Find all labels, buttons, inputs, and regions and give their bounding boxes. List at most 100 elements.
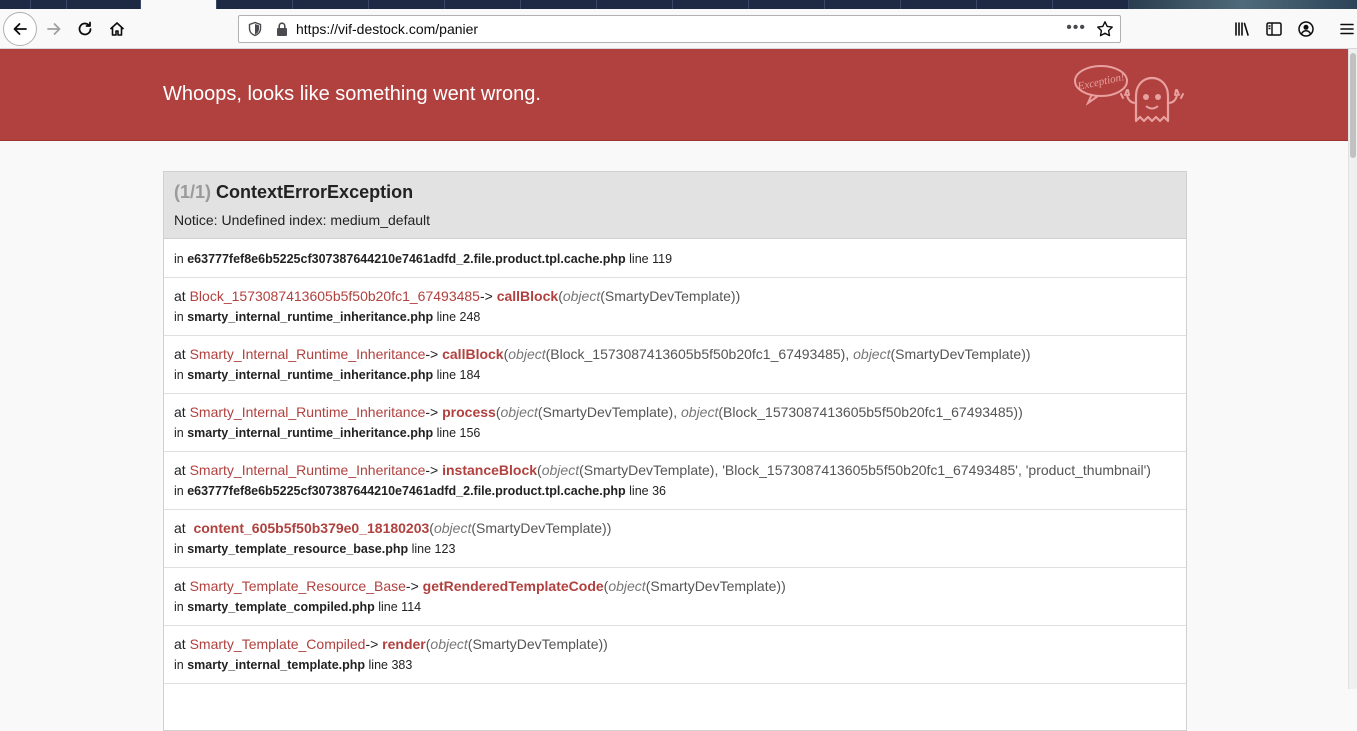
trace-arrow: -> [365, 636, 379, 652]
trace-prefix: at [174, 288, 186, 304]
trace-arrow: -> [425, 346, 439, 362]
mascot-bubble-text: Exception! [1076, 71, 1126, 93]
trace-row: at Smarty_Internal_Runtime_Inheritance->… [164, 336, 1186, 394]
shield-icon[interactable] [247, 21, 263, 37]
tab-strip-background [1128, 0, 1357, 9]
trace-class: Block_1573087413605b5f50b20fc1_67493485 [189, 288, 480, 304]
trace-row: at Smarty_Template_Resource_Base-> getRe… [164, 568, 1186, 626]
forward-arrow-icon [47, 23, 61, 35]
exception-panel-header: (1/1) ContextErrorException Notice: Unde… [164, 172, 1186, 239]
home-icon [109, 22, 125, 36]
back-arrow-icon [13, 23, 27, 35]
trace-line: line 123 [411, 542, 456, 556]
trace-file: smarty_internal_runtime_inheritance.php [187, 310, 434, 324]
trace-prefix: at [174, 404, 186, 420]
trace-line: line 114 [378, 600, 422, 614]
trace-file: smarty_template_compiled.php [187, 600, 375, 614]
trace-arrow: -> [425, 404, 439, 420]
trace-row: at Smarty_Template_Compiled-> render(obj… [164, 626, 1186, 684]
back-button[interactable] [3, 12, 37, 46]
trace-method: render [382, 636, 426, 652]
trace-prefix: at [174, 346, 186, 362]
url-text[interactable]: https://vif-destock.com/panier [296, 21, 478, 37]
page-scrollbar[interactable] [1348, 49, 1357, 689]
page-actions-menu-button[interactable]: ••• [1066, 19, 1086, 37]
trace-file: e63777fef8e6b5225cf307387644210e7461adfd… [187, 484, 626, 498]
library-icon[interactable] [1233, 20, 1251, 38]
exception-header: Whoops, looks like something went wrong.… [0, 49, 1348, 141]
trace-close-paren: ) [1018, 404, 1023, 420]
trace-method: content_605b5f50b379e0_18180203 [193, 520, 430, 536]
tab[interactable] [748, 0, 824, 9]
trace-class: Smarty_Internal_Runtime_Inheritance [189, 462, 426, 478]
trace-args: object(SmartyDevTemplate) [562, 288, 736, 304]
trace-args: object(SmartyDevTemplate) [430, 636, 604, 652]
tab-strip [0, 0, 1357, 9]
trace-line: line 184 [436, 368, 481, 382]
exception-ghost-logo: Exception! [1074, 65, 1184, 123]
trace-prefix: at [174, 636, 186, 652]
trace-close-paren: ) [603, 636, 608, 652]
trace-close-paren: ) [781, 578, 786, 594]
exception-panel: (1/1) ContextErrorException Notice: Unde… [163, 171, 1187, 731]
hamburger-menu-icon[interactable] [1338, 20, 1356, 38]
trace-line: line 248 [436, 310, 481, 324]
tab[interactable] [30, 0, 66, 9]
tab[interactable] [292, 0, 368, 9]
trace-file: smarty_internal_runtime_inheritance.php [187, 368, 434, 382]
navigation-toolbar: https://vif-destock.com/panier ••• [0, 9, 1357, 49]
trace-method: callBlock [496, 288, 559, 304]
trace-args: object(SmartyDevTemplate), 'Block_157308… [541, 462, 1147, 478]
trace-row: at Smarty_Internal_Runtime_Inheritance->… [164, 394, 1186, 452]
trace-file: smarty_internal_template.php [187, 658, 366, 672]
trace-row: at content_605b5f50b379e0_18180203(objec… [164, 510, 1186, 568]
trace-method: process [442, 404, 496, 420]
trace-close-paren: ) [1146, 462, 1151, 478]
tab[interactable] [900, 0, 976, 9]
trace-args: object(Block_1573087413605b5f50b20fc1_67… [508, 346, 1026, 362]
trace-line: line 36 [629, 484, 666, 498]
tab[interactable] [216, 0, 292, 9]
lock-icon[interactable] [275, 21, 289, 37]
sidebar-icon[interactable] [1265, 20, 1283, 38]
trace-arrow: -> [479, 288, 493, 304]
tab[interactable] [520, 0, 596, 9]
trace-line: line 119 [629, 252, 673, 266]
trace-prefix: at [174, 462, 186, 478]
tab[interactable] [596, 0, 672, 9]
trace-arrow: -> [425, 462, 439, 478]
tab[interactable] [1052, 0, 1128, 9]
trace-args: object(SmartyDevTemplate) [433, 520, 607, 536]
reload-button[interactable] [68, 12, 102, 46]
address-bar[interactable]: https://vif-destock.com/panier ••• [238, 15, 1121, 43]
home-button[interactable] [100, 12, 134, 46]
bookmark-star-icon[interactable] [1096, 20, 1114, 38]
exception-count: (1/1) [174, 182, 212, 202]
tab[interactable] [368, 0, 444, 9]
tab[interactable] [66, 0, 140, 9]
trace-class: Smarty_Template_Compiled [189, 636, 366, 652]
trace-line: line 156 [436, 426, 481, 440]
trace-row: at Smarty_Internal_Runtime_Inheritance->… [164, 452, 1186, 510]
tab[interactable] [976, 0, 1052, 9]
trace-method: callBlock [442, 346, 504, 362]
tab[interactable] [444, 0, 520, 9]
trace-file: smarty_template_resource_base.php [187, 542, 409, 556]
account-icon[interactable] [1297, 20, 1315, 38]
trace-file: smarty_internal_runtime_inheritance.php [187, 426, 434, 440]
trace-close-paren: ) [735, 288, 741, 304]
trace-args: object(SmartyDevTemplate) [608, 578, 782, 594]
exception-header-title: Whoops, looks like something went wrong. [163, 83, 541, 105]
trace-close-paren: ) [1025, 346, 1031, 362]
trace-prefix: at [174, 520, 186, 536]
page-scrollbar-thumb[interactable] [1350, 53, 1356, 158]
trace-file: e63777fef8e6b5225cf307387644210e7461adfd… [187, 252, 626, 266]
forward-button[interactable] [37, 12, 71, 46]
trace-prefix: at [174, 578, 186, 594]
tab[interactable] [824, 0, 900, 9]
tab-active[interactable] [140, 0, 216, 9]
trace-prefix: in [174, 252, 184, 266]
trace-args: object(SmartyDevTemplate), object(Block_… [500, 404, 1019, 420]
exception-class-name: ContextErrorException [216, 182, 414, 202]
tab[interactable] [672, 0, 748, 9]
